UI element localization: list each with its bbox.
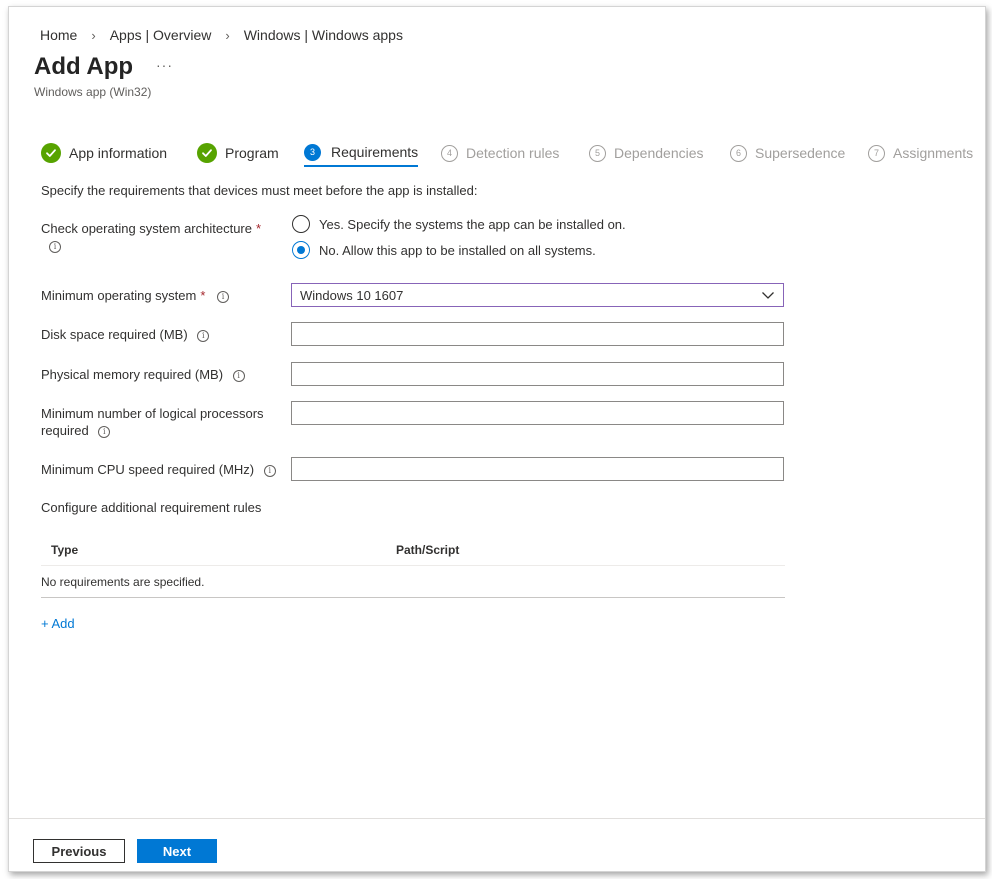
physical-memory-input[interactable] — [291, 362, 784, 386]
required-marker: * — [255, 221, 262, 236]
next-button[interactable]: Next — [137, 839, 217, 863]
add-app-blade: Home › Apps | Overview › Windows | Windo… — [8, 6, 986, 872]
chevron-right-icon: › — [91, 27, 96, 43]
requirements-intro: Specify the requirements that devices mu… — [41, 183, 478, 198]
logical-processors-input[interactable] — [291, 401, 784, 425]
breadcrumb-home[interactable]: Home — [40, 27, 77, 43]
step-label: Detection rules — [466, 145, 560, 161]
min-os-label: Minimum operating system * i — [41, 287, 230, 304]
memory-label-text: Physical memory required (MB) — [41, 367, 224, 382]
disk-space-input[interactable] — [291, 322, 784, 346]
checkmark-icon — [41, 143, 61, 163]
radio-button[interactable] — [292, 215, 310, 233]
page-subtitle: Windows app (Win32) — [34, 85, 152, 99]
step-assignments[interactable]: 7 Assignments — [868, 139, 973, 167]
min-os-label-text: Minimum operating system — [41, 288, 197, 303]
step-number: 5 — [589, 144, 606, 162]
step-number: 6 — [730, 144, 747, 162]
step-label: Requirements — [331, 144, 419, 160]
add-requirement-link[interactable]: + Add — [41, 616, 75, 631]
more-options-icon[interactable]: ··· — [156, 57, 173, 73]
previous-button[interactable]: Previous — [33, 839, 125, 863]
column-header-type[interactable]: Type — [41, 543, 396, 557]
step-label: Dependencies — [614, 145, 704, 161]
processors-label-line2: required — [41, 423, 89, 438]
arch-option-yes[interactable]: Yes. Specify the systems the app can be … — [292, 215, 626, 233]
info-icon[interactable]: i — [49, 240, 61, 253]
additional-rules-heading: Configure additional requirement rules — [41, 500, 262, 515]
cpu-label-text: Minimum CPU speed required (MHz) — [41, 462, 255, 477]
breadcrumb: Home › Apps | Overview › Windows | Windo… — [40, 27, 403, 43]
step-label: Supersedence — [755, 145, 846, 161]
info-icon[interactable]: i — [98, 425, 111, 438]
empty-table-text: No requirements are specified. — [41, 574, 205, 589]
step-supersedence[interactable]: 6 Supersedence — [730, 139, 845, 167]
table-row: No requirements are specified. — [41, 566, 785, 598]
min-os-value: Windows 10 1607 — [300, 287, 404, 303]
cpu-speed-input[interactable] — [291, 457, 784, 481]
memory-label: Physical memory required (MB) i — [41, 366, 245, 383]
cpu-label: Minimum CPU speed required (MHz) i — [41, 461, 276, 478]
step-label: App information — [69, 145, 168, 161]
arch-option-no-label: No. Allow this app to be installed on al… — [319, 242, 596, 258]
step-program[interactable]: Program — [197, 139, 279, 167]
processors-label: Minimum number of logical processors req… — [41, 405, 264, 439]
processors-label-line1: Minimum number of logical processors — [41, 406, 264, 421]
info-icon[interactable]: i — [217, 290, 230, 303]
disk-label: Disk space required (MB) i — [41, 326, 210, 343]
step-number: 3 — [304, 143, 321, 161]
breadcrumb-apps-overview[interactable]: Apps | Overview — [110, 27, 212, 43]
chevron-down-icon — [762, 292, 774, 299]
arch-label-text: Check operating system architecture — [41, 221, 252, 236]
step-number: 7 — [868, 144, 885, 162]
step-requirements[interactable]: 3 Requirements — [304, 139, 419, 167]
step-dependencies[interactable]: 5 Dependencies — [589, 139, 704, 167]
checkmark-icon — [197, 143, 217, 163]
step-number: 4 — [441, 144, 458, 162]
required-marker: * — [200, 288, 206, 303]
info-icon[interactable]: i — [263, 464, 276, 477]
column-header-path-script[interactable]: Path/Script — [396, 543, 785, 557]
disk-label-text: Disk space required (MB) — [41, 327, 188, 342]
chevron-right-icon: › — [225, 27, 230, 43]
step-detection-rules[interactable]: 4 Detection rules — [441, 139, 559, 167]
step-label: Program — [225, 145, 279, 161]
table-header: Type Path/Script — [41, 534, 785, 566]
step-app-information[interactable]: App information — [41, 139, 167, 167]
requirements-table: Type Path/Script No requirements are spe… — [41, 534, 785, 598]
arch-option-yes-label: Yes. Specify the systems the app can be … — [319, 216, 626, 232]
breadcrumb-windows-apps[interactable]: Windows | Windows apps — [244, 27, 403, 43]
info-icon[interactable]: i — [197, 329, 210, 342]
step-label: Assignments — [893, 145, 974, 161]
radio-button[interactable] — [292, 241, 310, 259]
info-icon[interactable]: i — [232, 369, 245, 382]
footer-divider — [9, 818, 985, 819]
arch-label: Check operating system architecture * i — [41, 220, 261, 254]
page-title: Add App — [34, 53, 134, 80]
arch-option-no[interactable]: No. Allow this app to be installed on al… — [292, 241, 596, 259]
min-os-select[interactable]: Windows 10 1607 — [291, 283, 784, 307]
